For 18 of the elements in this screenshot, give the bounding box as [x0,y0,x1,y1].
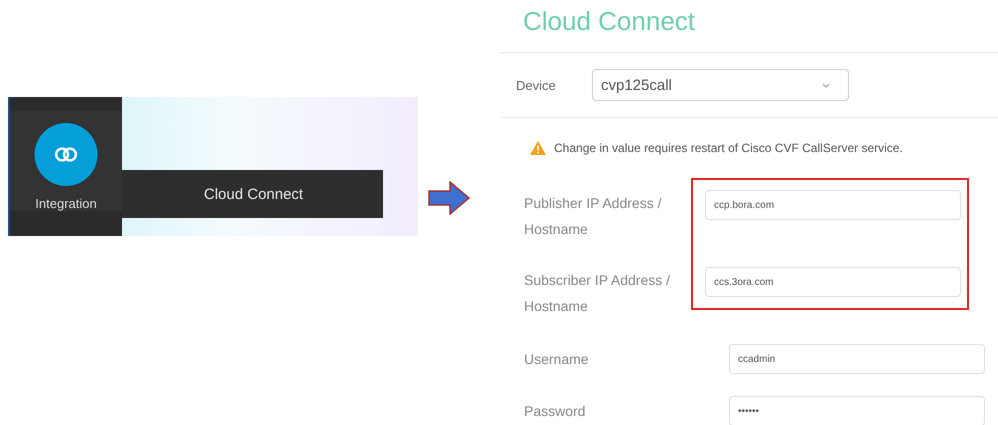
right-arrow-icon [428,181,470,215]
linked-rings-icon [34,123,98,186]
nav-item[interactable]: Integration [10,111,122,211]
field-label: Username [524,351,590,367]
caret-icon [822,82,830,88]
flyout-menu-item[interactable]: Cloud Connect [122,170,383,218]
field-label: Subscriber IP Address / Hostname [524,271,672,316]
text-field[interactable]: •••••• [729,396,985,425]
text-field[interactable]: ccs.3ora.com [705,267,961,297]
text-field[interactable]: ccadmin [729,344,985,374]
page-title: Cloud Connect [500,0,998,53]
text-field[interactable]: ccp.bora.com [705,190,961,220]
field-label: Publisher IP Address / Hostname [524,194,662,239]
warning-message: Change in value requires restart of Cisco CVF CallServer service. [554,141,903,155]
field-label: Password [524,403,586,419]
warning-icon [530,141,546,155]
device-label: Device [515,78,557,92]
device-dropdown[interactable]: cvp125call [592,69,849,101]
